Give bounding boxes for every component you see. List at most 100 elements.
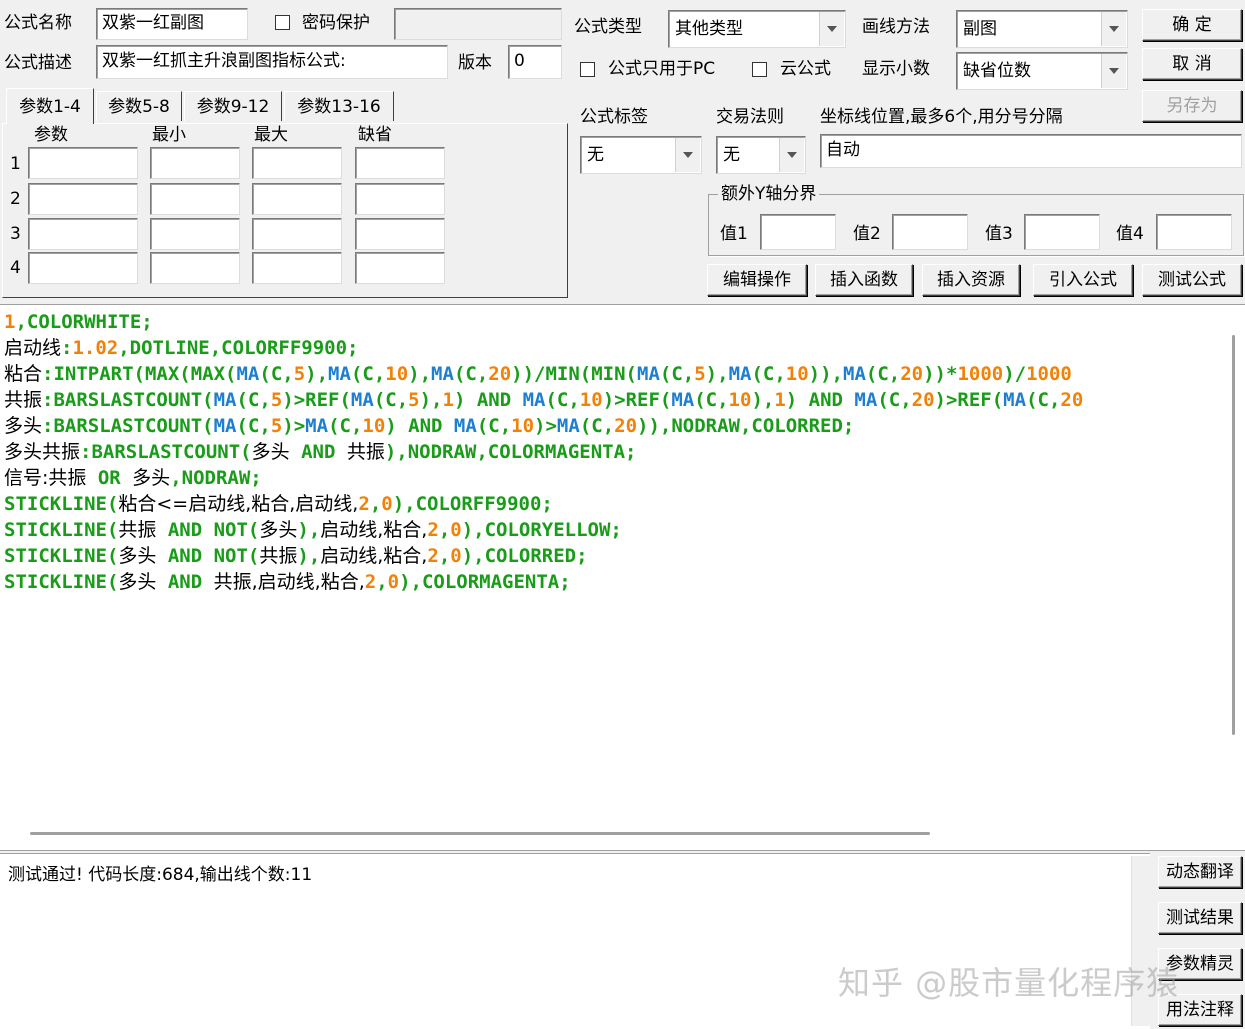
ok-button[interactable]: 确 定: [1142, 9, 1242, 41]
tab-params-13-16[interactable]: 参数13-16: [284, 91, 394, 121]
code-token: 0: [450, 519, 462, 541]
param-name-field[interactable]: [28, 183, 138, 215]
code-token: MA: [854, 389, 878, 411]
code-token: )),: [808, 363, 843, 385]
code-line[interactable]: 多头共振:BARSLASTCOUNT(多头 AND 共振),NODRAW,COL…: [4, 439, 1222, 465]
test-formula-button[interactable]: 测试公式: [1142, 264, 1242, 296]
param-default-field[interactable]: [355, 183, 445, 215]
vertical-scrollbar[interactable]: [1228, 325, 1238, 745]
import-formula-button[interactable]: 引入公式: [1033, 264, 1133, 296]
draw-method-select[interactable]: 副图: [956, 10, 1128, 48]
code-token: 5: [270, 415, 283, 437]
param-min-field[interactable]: [150, 218, 240, 250]
horizontal-scrollbar[interactable]: [30, 830, 930, 836]
code-line[interactable]: 多头:BARSLASTCOUNT(MA(C,5)>MA(C,10) AND MA…: [4, 413, 1222, 439]
param-max-field[interactable]: [252, 252, 342, 284]
code-line[interactable]: STICKLINE(共振 AND NOT(多头),启动线,粘合,2,0),COL…: [4, 517, 1222, 543]
code-token: 多头: [132, 467, 171, 489]
chevron-down-icon[interactable]: [675, 138, 700, 172]
decimals-select[interactable]: 缺省位数: [956, 52, 1128, 90]
param-min-field[interactable]: [150, 252, 240, 284]
param-name-field[interactable]: [28, 147, 138, 179]
code-token: ),: [408, 363, 432, 385]
param-max-field[interactable]: [252, 183, 342, 215]
param-default-field[interactable]: [355, 252, 445, 284]
code-line[interactable]: STICKLINE(粘合<=启动线,粘合,启动线,2,0),COLORFF990…: [4, 491, 1222, 517]
y-value2-input[interactable]: [892, 214, 968, 250]
param-default-field[interactable]: [355, 147, 445, 179]
code-token: )/: [1003, 363, 1027, 385]
password-checkbox[interactable]: [275, 15, 290, 30]
code-line[interactable]: 启动线:1.02,DOTLINE,COLORFF9900;: [4, 335, 1222, 361]
test-result-button[interactable]: 测试结果: [1158, 902, 1242, 934]
code-token: 20: [911, 389, 935, 411]
cancel-button[interactable]: 取 消: [1142, 48, 1242, 80]
tab-params-1-4[interactable]: 参数1-4: [6, 88, 94, 124]
pc-only-checkbox[interactable]: [580, 62, 595, 77]
insert-function-button[interactable]: 插入函数: [815, 264, 913, 296]
code-token: 多头: [118, 545, 157, 567]
code-token: ),COLORRED;: [461, 545, 588, 567]
formula-tag-select[interactable]: 无: [580, 136, 702, 174]
code-token: :BARSLASTCOUNT(: [42, 389, 214, 411]
trade-rule-select[interactable]: 无: [716, 136, 806, 174]
chevron-down-icon[interactable]: [819, 12, 844, 46]
code-token: 0: [381, 493, 393, 515]
code-token: (C,: [865, 363, 901, 385]
vertical-scroll-thumb[interactable]: [1232, 335, 1235, 735]
code-line[interactable]: STICKLINE(多头 AND NOT(共振),启动线,粘合,2,0),COL…: [4, 543, 1222, 569]
param-name-field[interactable]: [28, 252, 138, 284]
formula-name-input[interactable]: 双紫一红副图: [96, 8, 248, 40]
code-token: :BARSLASTCOUNT(: [42, 415, 214, 437]
code-token: ,COLORWHITE;: [15, 311, 153, 333]
password-input[interactable]: [394, 8, 562, 40]
y-value4-input[interactable]: [1156, 214, 1232, 250]
param-header-name: 参数: [34, 125, 68, 145]
code-token: 粘合: [4, 363, 43, 385]
code-token: 1.02: [72, 337, 119, 359]
code-token: :BARSLASTCOUNT(: [80, 441, 252, 463]
code-line[interactable]: 共振:BARSLASTCOUNT(MA(C,5)>REF(MA(C,5),1) …: [4, 387, 1222, 413]
code-token: ),COLORYELLOW;: [461, 519, 622, 541]
param-name-field[interactable]: [28, 218, 138, 250]
code-text[interactable]: 1,COLORWHITE; 启动线:1.02,DOTLINE,COLORFF990…: [4, 309, 1222, 595]
code-token: ),: [305, 363, 329, 385]
tab-params-9-12[interactable]: 参数9-12: [184, 91, 282, 121]
param-default-field[interactable]: [355, 218, 445, 250]
edit-ops-button[interactable]: 编辑操作: [707, 264, 807, 296]
chevron-down-icon[interactable]: [779, 138, 804, 172]
code-editor[interactable]: 1,COLORWHITE; 启动线:1.02,DOTLINE,COLORFF990…: [0, 304, 1245, 851]
code-line[interactable]: 1,COLORWHITE;: [4, 309, 1222, 335]
code-token: 10: [362, 415, 386, 437]
horizontal-scroll-thumb[interactable]: [30, 832, 930, 835]
param-min-field[interactable]: [150, 183, 240, 215]
formula-desc-input[interactable]: 双紫一红抓主升浪副图指标公式:: [96, 45, 448, 79]
version-input[interactable]: 0: [508, 45, 562, 79]
param-min-field[interactable]: [150, 147, 240, 179]
save-as-button[interactable]: 另存为: [1142, 90, 1242, 122]
code-token: 1: [442, 389, 454, 411]
code-token: MA: [350, 389, 374, 411]
y-value1-input[interactable]: [760, 214, 836, 250]
tab-params-5-8[interactable]: 参数5-8: [96, 91, 182, 121]
code-line[interactable]: 粘合:INTPART(MAX(MAX(MA(C,5),MA(C,10),MA(C…: [4, 361, 1222, 387]
code-token: ),: [297, 545, 321, 567]
formula-type-select[interactable]: 其他类型: [668, 10, 846, 48]
code-line[interactable]: 信号:共振 OR 多头,NODRAW;: [4, 465, 1222, 491]
code-token: MA: [843, 363, 866, 385]
chevron-down-icon[interactable]: [1101, 54, 1126, 88]
code-token: (C,: [236, 415, 271, 437]
y-value3-input[interactable]: [1024, 214, 1100, 250]
formula-desc-label: 公式描述: [4, 53, 72, 73]
dynamic-translate-button[interactable]: 动态翻译: [1158, 856, 1242, 888]
code-token: 1000: [1026, 363, 1072, 385]
param-max-field[interactable]: [252, 218, 342, 250]
code-line[interactable]: STICKLINE(多头 AND 共振,启动线,粘合,2,0),COLORMAG…: [4, 569, 1222, 595]
cloud-checkbox[interactable]: [752, 62, 767, 77]
param-max-field[interactable]: [252, 147, 342, 179]
code-token: MA: [728, 363, 752, 385]
insert-resource-button[interactable]: 插入资源: [922, 264, 1020, 296]
chevron-down-icon[interactable]: [1101, 12, 1126, 46]
code-token: (C,: [579, 415, 615, 437]
coord-line-input[interactable]: 自动: [820, 134, 1242, 168]
